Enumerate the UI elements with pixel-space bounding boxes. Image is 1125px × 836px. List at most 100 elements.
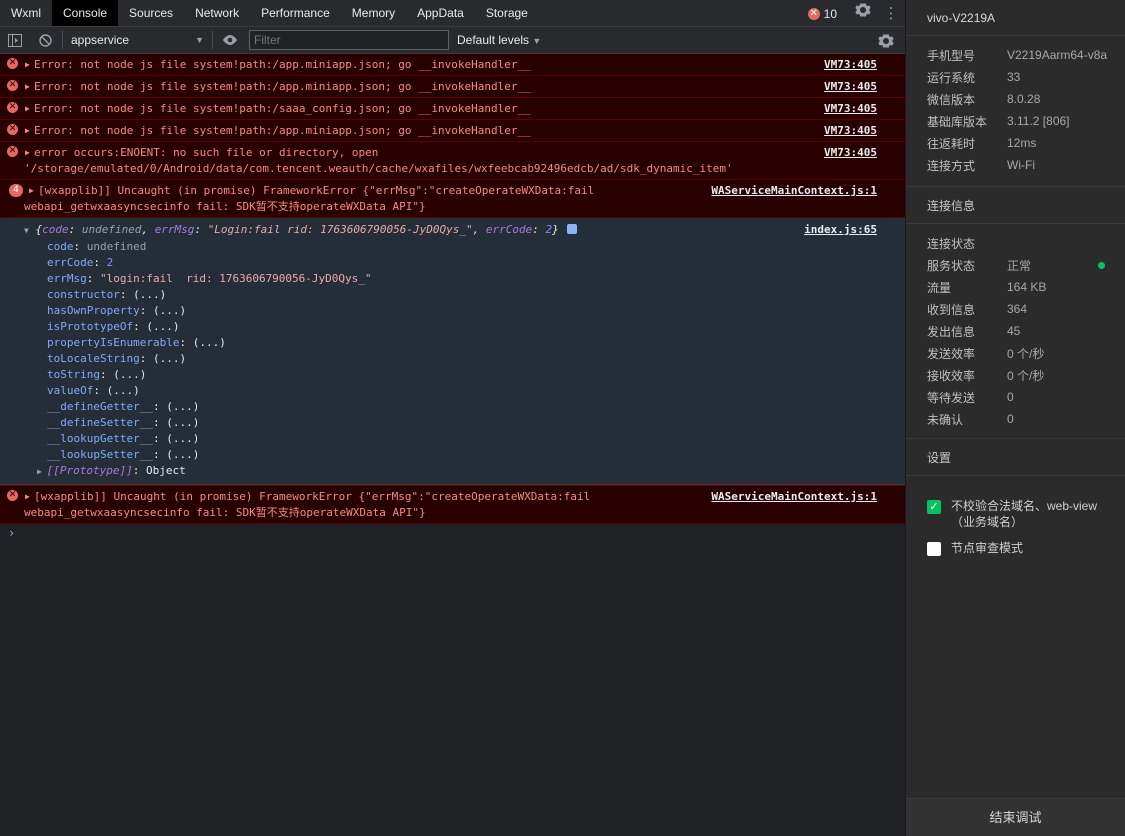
console-settings-gear-icon[interactable]	[871, 27, 901, 54]
console-prompt[interactable]: ›	[0, 524, 905, 542]
end-debug-button[interactable]: 结束调试	[906, 798, 1125, 836]
property-value: "login:fail rid: 1763606790056-JyD0Qys_"	[100, 272, 372, 285]
object-property: errCode: 2	[47, 256, 114, 269]
tab-performance[interactable]: Performance	[250, 0, 341, 26]
lazy-value[interactable]: (...)	[153, 352, 186, 365]
info-icon[interactable]	[567, 224, 578, 234]
expand-triangle-icon[interactable]: ▶	[25, 489, 30, 505]
object-property: toString: (...)	[47, 368, 147, 381]
connection-info-row: 等待发送 0	[906, 386, 1125, 408]
source-link[interactable]: VM73:405	[824, 145, 877, 161]
object-property: isPrototypeOf: (...)	[47, 320, 180, 333]
lazy-value[interactable]: (...)	[193, 336, 226, 349]
info-key: 手机型号	[927, 48, 976, 63]
settings-gear-icon[interactable]	[849, 0, 877, 27]
console-error-message[interactable]: ✕ ▶ [wxapplib]] Uncaught (in promise) Fr…	[0, 485, 905, 524]
property-key: [[Prototype]]	[46, 464, 133, 477]
info-key: 服务状态	[927, 258, 976, 273]
lazy-value[interactable]: (...)	[146, 320, 179, 333]
console-error-message[interactable]: ✕ ▶ Error: not node js file system!path:…	[0, 120, 905, 142]
object-property: constructor: (...)	[47, 288, 167, 301]
object-property: code: undefined	[47, 240, 147, 253]
error-icon: ✕	[7, 124, 18, 135]
console-error-message[interactable]: ✕ ▶ Error: not node js file system!path:…	[0, 76, 905, 98]
console-error-message[interactable]: 4 ▶ [wxapplib]] Uncaught (in promise) Fr…	[0, 180, 905, 218]
source-link[interactable]: index.js:65	[804, 222, 877, 238]
tab-console[interactable]: Console	[52, 0, 119, 26]
connection-info-row: 收到信息 364	[906, 298, 1125, 320]
connection-info-row: 流量 164 KB	[906, 276, 1125, 298]
lazy-value[interactable]: (...)	[133, 288, 166, 301]
device-info-row: 运行系统 33	[906, 66, 1125, 88]
lazy-value[interactable]: (...)	[113, 368, 146, 381]
tab-sources[interactable]: Sources	[118, 0, 184, 26]
expand-triangle-icon[interactable]: ▶	[25, 123, 30, 139]
sidebar-toggle-icon[interactable]	[0, 27, 30, 54]
prototype-methods: constructor: (...) hasOwnProperty: (...) i…	[24, 287, 877, 463]
prototype-row[interactable]: ▶ [[Prototype]]: Object	[24, 463, 877, 480]
tab-wxml[interactable]: Wxml	[0, 0, 52, 26]
tab-memory[interactable]: Memory	[341, 0, 406, 26]
collapse-triangle-icon[interactable]: ▼	[24, 226, 29, 235]
device-info-row: 微信版本 8.0.28	[906, 88, 1125, 110]
info-value: 45	[1007, 324, 1021, 338]
source-link[interactable]: VM73:405	[824, 57, 877, 73]
object-property: __lookupSetter__: (...)	[47, 448, 200, 461]
tab-appdata[interactable]: AppData	[406, 0, 475, 26]
object-summary[interactable]: ▼ {code: undefined, errMsg: "Login:fail …	[24, 222, 877, 239]
lazy-value[interactable]: (...)	[166, 432, 199, 445]
lazy-value[interactable]: (...)	[166, 416, 199, 429]
console-error-message[interactable]: ✕ ▶ Error: not node js file system!path:…	[0, 54, 905, 76]
source-link[interactable]: VM73:405	[824, 79, 877, 95]
error-text: error occurs:ENOENT: no such file or dir…	[34, 146, 379, 159]
console-error-message[interactable]: ✕ ▶ Error: not node js file system!path:…	[0, 98, 905, 120]
tabbar-actions: ✕ 10 ⋮	[807, 0, 905, 27]
lazy-value[interactable]: (...)	[107, 384, 140, 397]
lazy-value[interactable]: (...)	[166, 448, 199, 461]
info-key: 发送效率	[927, 346, 976, 361]
skip-domain-check-label: 不校验合法域名、web-view（业务域名）	[951, 499, 1098, 529]
skip-domain-check-option[interactable]: ✓ 不校验合法域名、web-view（业务域名）	[906, 498, 1125, 530]
tab-network[interactable]: Network	[184, 0, 250, 26]
info-value: 0	[1007, 412, 1014, 426]
context-select[interactable]: appservice ▼	[65, 29, 210, 51]
devtools-tabbar: Wxml Console Sources Network Performance…	[0, 0, 905, 27]
expand-triangle-icon[interactable]: ▶	[25, 57, 30, 73]
more-vertical-icon[interactable]: ⋮	[877, 0, 905, 27]
source-link[interactable]: WAServiceMainContext.js:1	[711, 489, 877, 505]
log-levels-select[interactable]: Default levels ▼	[457, 33, 541, 47]
error-text: Error: not node js file system!path:/app…	[34, 58, 531, 71]
source-link[interactable]: VM73:405	[824, 101, 877, 117]
error-text: Error: not node js file system!path:/saa…	[34, 102, 531, 115]
filter-input[interactable]	[249, 30, 449, 50]
console-object-log[interactable]: ▼ {code: undefined, errMsg: "Login:fail …	[0, 218, 905, 485]
expand-triangle-icon[interactable]: ▶	[25, 145, 30, 161]
expand-triangle-icon[interactable]: ▶	[25, 79, 30, 95]
info-value: 164 KB	[1007, 280, 1047, 294]
clear-console-icon[interactable]	[30, 27, 60, 54]
lazy-value[interactable]: (...)	[153, 304, 186, 317]
checkbox-checked-icon[interactable]: ✓	[927, 500, 941, 514]
source-link[interactable]: WAServiceMainContext.js:1	[711, 183, 877, 199]
connection-info-row: 服务状态 正常	[906, 254, 1125, 276]
console-error-message[interactable]: ✕ ▶ error occurs:ENOENT: no such file or…	[0, 142, 905, 180]
lazy-value[interactable]: (...)	[166, 400, 199, 413]
connection-info-list: 连接状态 服务状态 正常 流量 164 KB 收到信息 364 发出信息 45 发送效率 0 个/秒…	[906, 224, 1125, 438]
source-link[interactable]: VM73:405	[824, 123, 877, 139]
settings-section-title: 设置	[906, 438, 1125, 476]
tab-storage[interactable]: Storage	[475, 0, 539, 26]
connection-info-row: 接收效率 0 个/秒	[906, 364, 1125, 386]
error-icon: ✕	[7, 490, 18, 501]
expand-triangle-icon[interactable]: ▶	[25, 101, 30, 117]
eye-icon[interactable]	[215, 27, 245, 54]
error-counter[interactable]: ✕ 10	[807, 7, 837, 21]
console-toolbar: appservice ▼ Default levels ▼	[0, 27, 905, 54]
object-property: toLocaleString: (...)	[47, 352, 187, 365]
node-inspect-option[interactable]: 节点审查模式	[906, 540, 1125, 556]
checkbox-unchecked-icon[interactable]	[927, 542, 941, 556]
expand-triangle-icon[interactable]: ▶	[29, 183, 34, 199]
error-text: webapi_getwxaasyncsecinfo fail: SDK暂不支持o…	[24, 200, 426, 213]
info-value: 0 个/秒	[1007, 346, 1045, 361]
info-key: 连接方式	[927, 158, 976, 173]
expand-triangle-icon[interactable]: ▶	[37, 467, 47, 476]
